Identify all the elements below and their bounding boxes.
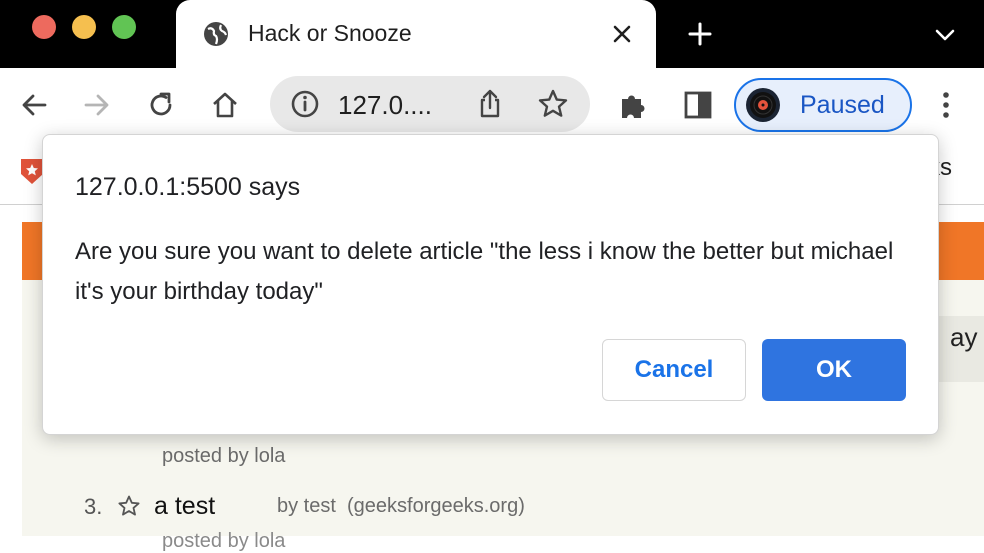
favorite-star-icon[interactable]	[117, 494, 141, 518]
address-bar[interactable]: 127.0....	[270, 76, 590, 132]
ok-button[interactable]: OK	[762, 339, 906, 401]
home-icon[interactable]	[208, 88, 242, 122]
story-author: by test	[277, 495, 336, 517]
extensions-icon[interactable]	[617, 88, 651, 122]
cancel-button[interactable]: Cancel	[602, 339, 746, 401]
profile-button[interactable]: Paused	[734, 78, 912, 132]
confirm-dialog: 127.0.0.1:5500 says Are you sure you wan…	[42, 134, 939, 435]
forward-icon[interactable]	[80, 88, 114, 122]
url-text[interactable]: 127.0....	[338, 90, 432, 121]
browser-toolbar: 127.0.... Paused	[0, 68, 984, 142]
reload-icon[interactable]	[144, 88, 178, 122]
profile-status: Paused	[800, 91, 885, 119]
story-number: 3.	[84, 494, 103, 519]
browser-tab[interactable]: Hack or Snooze	[176, 0, 656, 68]
list-item: 3. a test by test (geeksforgeeks.org)	[22, 488, 984, 528]
window-close-button[interactable]	[32, 15, 56, 39]
side-panel-icon[interactable]	[681, 88, 715, 122]
window-minimize-button[interactable]	[72, 15, 96, 39]
posted-by: posted by lola	[162, 445, 286, 467]
title-bar: Hack or Snooze	[0, 0, 984, 68]
site-info-icon[interactable]	[288, 87, 322, 121]
story-hostname: (geeksforgeeks.org)	[347, 495, 525, 517]
globe-icon	[204, 22, 228, 46]
clipped-posted-by: posted by lola	[162, 530, 286, 552]
dialog-message: Are you sure you want to delete article …	[75, 238, 894, 305]
tab-title: Hack or Snooze	[248, 20, 412, 46]
story-title-link[interactable]: a test	[154, 492, 215, 521]
dialog-title: 127.0.0.1:5500 says	[75, 173, 301, 201]
share-icon[interactable]	[473, 87, 507, 121]
bookmark-star-icon[interactable]	[536, 87, 570, 121]
tab-search-icon[interactable]	[930, 20, 960, 50]
close-icon[interactable]	[608, 20, 636, 48]
back-icon[interactable]	[17, 88, 51, 122]
new-tab-icon[interactable]	[686, 20, 714, 48]
vinyl-record-icon	[750, 92, 776, 118]
partial-text: ay	[950, 322, 978, 352]
more-icon[interactable]	[929, 88, 963, 122]
window-zoom-button[interactable]	[112, 15, 136, 39]
avatar	[746, 88, 780, 122]
